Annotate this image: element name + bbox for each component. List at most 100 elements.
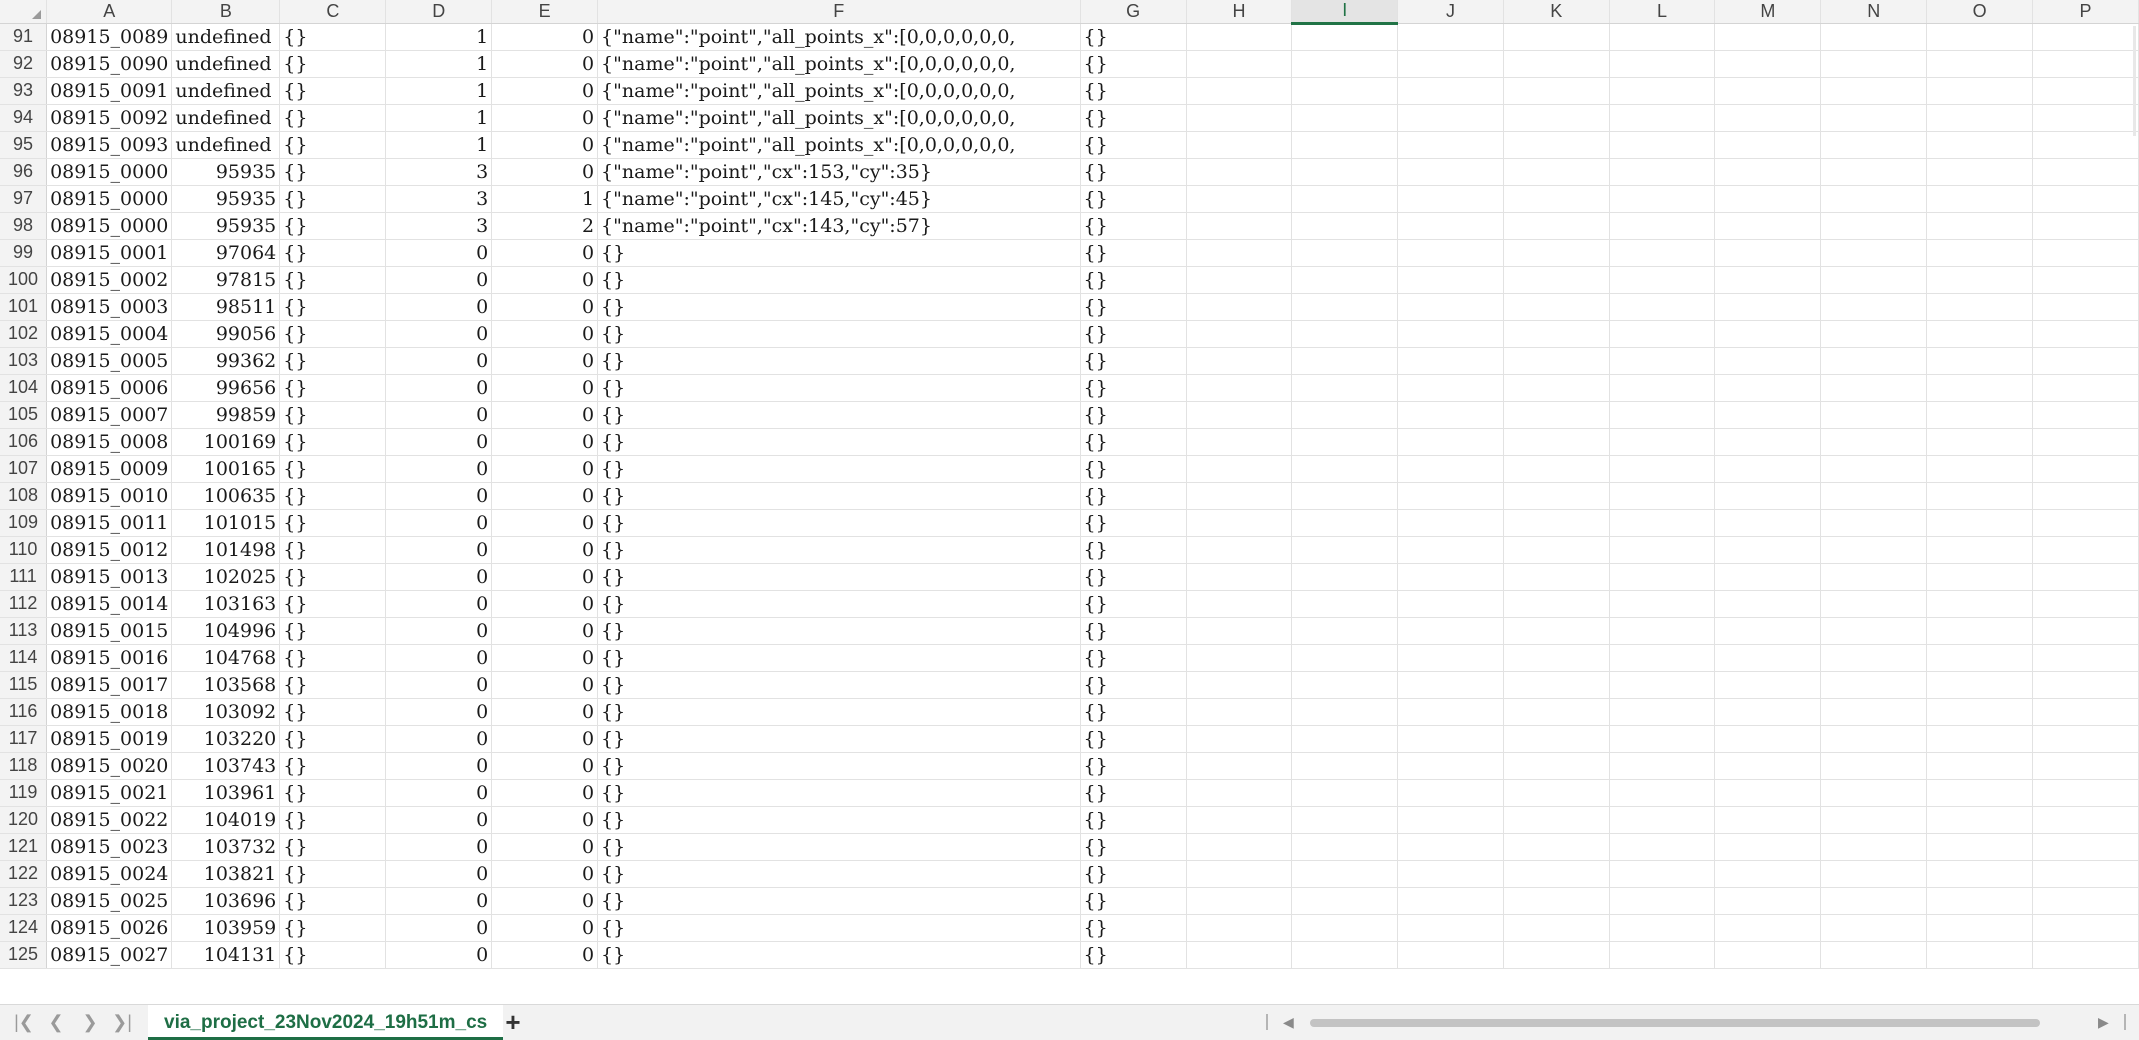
cell-empty[interactable] <box>2032 428 2139 456</box>
cell-c[interactable]: {} <box>279 698 387 726</box>
cell-f[interactable]: {} <box>597 428 1081 456</box>
cell-empty[interactable] <box>1503 401 1610 429</box>
column-header-h[interactable]: H <box>1186 0 1293 24</box>
cell-empty[interactable] <box>1503 23 1610 51</box>
cell-b[interactable]: 103568 <box>171 671 281 699</box>
cell-a[interactable]: 08915_0017 <box>46 671 173 699</box>
cell-f[interactable]: {} <box>597 752 1081 780</box>
column-header-j[interactable]: J <box>1397 0 1504 24</box>
cell-empty[interactable] <box>1291 752 1399 780</box>
cell-g[interactable]: {} <box>1080 887 1187 915</box>
cell-empty[interactable] <box>1397 779 1504 807</box>
cell-empty[interactable] <box>1291 671 1399 699</box>
cell-empty[interactable] <box>1291 806 1399 834</box>
cell-c[interactable]: {} <box>279 779 387 807</box>
cell-empty[interactable] <box>1397 536 1504 564</box>
cell-empty[interactable] <box>1291 212 1399 240</box>
cell-empty[interactable] <box>1503 563 1610 591</box>
row-header[interactable]: 110 <box>0 536 48 564</box>
cell-f[interactable]: {} <box>597 455 1081 483</box>
cell-g[interactable]: {} <box>1080 644 1187 672</box>
cell-f[interactable]: {"name":"point","cx":145,"cy":45} <box>597 185 1081 213</box>
cell-empty[interactable] <box>1609 536 1716 564</box>
cell-empty[interactable] <box>1820 185 1928 213</box>
cell-b[interactable]: 100635 <box>171 482 281 510</box>
cell-empty[interactable] <box>2032 401 2139 429</box>
cell-empty[interactable] <box>1714 212 1822 240</box>
cell-empty[interactable] <box>1820 482 1928 510</box>
cell-c[interactable]: {} <box>279 617 387 645</box>
row-header[interactable]: 105 <box>0 401 48 429</box>
cell-empty[interactable] <box>1926 212 2034 240</box>
cell-d[interactable]: 3 <box>385 158 493 186</box>
cell-empty[interactable] <box>1820 887 1928 915</box>
cell-e[interactable]: 0 <box>491 347 599 375</box>
cell-empty[interactable] <box>1714 833 1822 861</box>
cell-g[interactable]: {} <box>1080 320 1187 348</box>
cell-empty[interactable] <box>1503 779 1610 807</box>
cell-f[interactable]: {} <box>597 293 1081 321</box>
cell-a[interactable]: 08915_0018 <box>46 698 173 726</box>
cell-empty[interactable] <box>1291 293 1399 321</box>
cell-empty[interactable] <box>1186 158 1293 186</box>
cell-empty[interactable] <box>1714 401 1822 429</box>
cell-e[interactable]: 2 <box>491 212 599 240</box>
cell-a[interactable]: 08915_0000 <box>46 158 173 186</box>
cell-b[interactable]: 104019 <box>171 806 281 834</box>
cell-a[interactable]: 08915_0013 <box>46 563 173 591</box>
cell-d[interactable]: 0 <box>385 455 493 483</box>
cell-empty[interactable] <box>2032 563 2139 591</box>
cell-c[interactable]: {} <box>279 536 387 564</box>
cell-f[interactable]: {} <box>597 671 1081 699</box>
cell-b[interactable]: undefined <box>171 131 281 159</box>
cell-g[interactable]: {} <box>1080 23 1187 51</box>
cell-empty[interactable] <box>1926 914 2034 942</box>
cell-empty[interactable] <box>1820 212 1928 240</box>
cell-empty[interactable] <box>1714 455 1822 483</box>
cell-empty[interactable] <box>1926 833 2034 861</box>
row-header[interactable]: 121 <box>0 833 48 861</box>
cell-a[interactable]: 08915_0005 <box>46 347 173 375</box>
cell-empty[interactable] <box>1926 320 2034 348</box>
cell-empty[interactable] <box>1186 860 1293 888</box>
first-sheet-icon[interactable]: |❮ <box>12 1011 36 1033</box>
cell-empty[interactable] <box>2032 293 2139 321</box>
row-header[interactable]: 104 <box>0 374 48 402</box>
cell-d[interactable]: 0 <box>385 482 493 510</box>
cell-empty[interactable] <box>1186 212 1293 240</box>
cell-empty[interactable] <box>1503 239 1610 267</box>
row-header[interactable]: 117 <box>0 725 48 753</box>
cell-empty[interactable] <box>1186 509 1293 537</box>
cell-e[interactable]: 0 <box>491 239 599 267</box>
cell-c[interactable]: {} <box>279 320 387 348</box>
cell-empty[interactable] <box>1926 374 2034 402</box>
cell-empty[interactable] <box>1714 185 1822 213</box>
cell-d[interactable]: 0 <box>385 590 493 618</box>
cell-empty[interactable] <box>1714 806 1822 834</box>
cell-empty[interactable] <box>1926 428 2034 456</box>
cell-empty[interactable] <box>1609 509 1716 537</box>
cell-e[interactable]: 0 <box>491 374 599 402</box>
cell-f[interactable]: {} <box>597 374 1081 402</box>
row-header[interactable]: 115 <box>0 671 48 699</box>
cell-empty[interactable] <box>1397 104 1504 132</box>
cell-g[interactable]: {} <box>1080 212 1187 240</box>
cell-d[interactable]: 1 <box>385 23 493 51</box>
row-header[interactable]: 91 <box>0 23 48 51</box>
cell-empty[interactable] <box>1820 23 1928 51</box>
cell-empty[interactable] <box>1609 77 1716 105</box>
cell-empty[interactable] <box>1714 644 1822 672</box>
cell-empty[interactable] <box>1714 293 1822 321</box>
cell-a[interactable]: 08915_0003 <box>46 293 173 321</box>
cell-empty[interactable] <box>1820 293 1928 321</box>
cell-empty[interactable] <box>1820 752 1928 780</box>
cell-empty[interactable] <box>1926 644 2034 672</box>
cell-empty[interactable] <box>2032 131 2139 159</box>
cell-empty[interactable] <box>1926 266 2034 294</box>
cell-empty[interactable] <box>1397 617 1504 645</box>
cell-c[interactable]: {} <box>279 860 387 888</box>
cell-empty[interactable] <box>1397 509 1504 537</box>
cell-c[interactable]: {} <box>279 374 387 402</box>
row-header[interactable]: 125 <box>0 941 48 969</box>
cell-a[interactable]: 08915_0089 <box>46 23 173 51</box>
